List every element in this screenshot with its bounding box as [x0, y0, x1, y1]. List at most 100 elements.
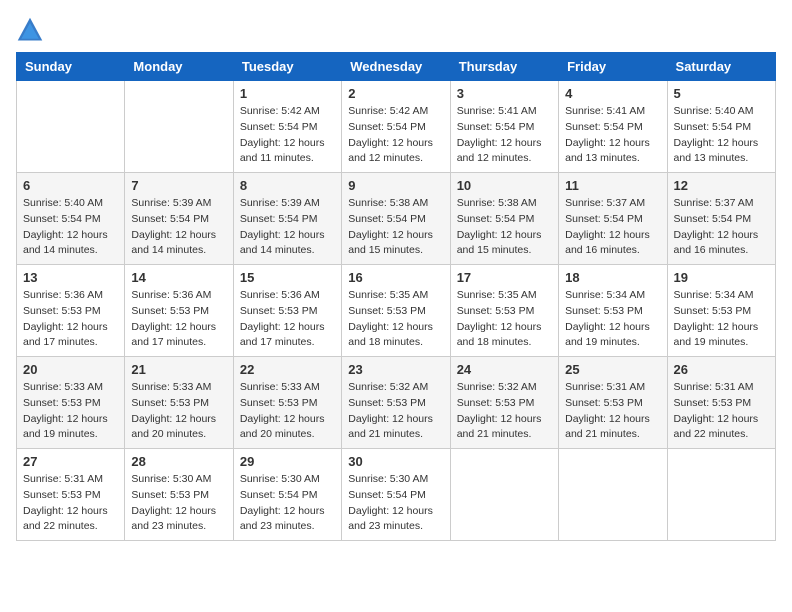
day-number: 22 [240, 362, 335, 377]
day-info: Sunrise: 5:39 AM Sunset: 5:54 PM Dayligh… [131, 196, 226, 259]
calendar-header-row: SundayMondayTuesdayWednesdayThursdayFrid… [17, 53, 776, 81]
calendar-day-cell: 30 Sunrise: 5:30 AM Sunset: 5:54 PM Dayli… [342, 449, 450, 541]
day-info: Sunrise: 5:30 AM Sunset: 5:53 PM Dayligh… [131, 472, 226, 535]
day-info: Sunrise: 5:32 AM Sunset: 5:53 PM Dayligh… [457, 380, 552, 443]
logo [16, 16, 48, 44]
calendar-week-row: 1 Sunrise: 5:42 AM Sunset: 5:54 PM Daylig… [17, 81, 776, 173]
day-number: 17 [457, 270, 552, 285]
calendar-day-cell: 20Sunrise: 5:33 AM Sunset: 5:53 PM Dayli… [17, 357, 125, 449]
calendar-day-cell [450, 449, 558, 541]
day-info: Sunrise: 5:41 AM Sunset: 5:54 PM Dayligh… [457, 104, 552, 167]
day-number: 8 [240, 178, 335, 193]
day-number: 3 [457, 86, 552, 101]
calendar-day-cell: 5 Sunrise: 5:40 AM Sunset: 5:54 PM Daylig… [667, 81, 775, 173]
day-number: 6 [23, 178, 118, 193]
day-info: Sunrise: 5:31 AM Sunset: 5:53 PM Dayligh… [674, 380, 769, 443]
day-number: 18 [565, 270, 660, 285]
calendar-day-cell: 27 Sunrise: 5:31 AM Sunset: 5:53 PM Dayli… [17, 449, 125, 541]
calendar-day-cell: 8 Sunrise: 5:39 AM Sunset: 5:54 PM Daylig… [233, 173, 341, 265]
day-info: Sunrise: 5:31 AM Sunset: 5:53 PM Dayligh… [565, 380, 660, 443]
calendar-week-row: 20 Sunrise: 5:33 AM Sunset: 5:53 PM Dayli… [17, 357, 776, 449]
day-info: Sunrise: 5:32 AM Sunset: 5:53 PM Dayligh… [348, 380, 443, 443]
day-number: 14 [131, 270, 226, 285]
day-number: 10 [457, 178, 552, 193]
calendar-day-cell: 2 Sunrise: 5:42 AM Sunset: 5:54 PM Daylig… [342, 81, 450, 173]
day-number: 28 [131, 454, 226, 469]
calendar-day-cell: 10Sunrise: 5:38 AM Sunset: 5:54 PM Dayli… [450, 173, 558, 265]
calendar-weekday-header: Saturday [667, 53, 775, 81]
day-info: Sunrise: 5:33 AM Sunset: 5:53 PM Dayligh… [240, 380, 335, 443]
calendar-day-cell: 23 Sunrise: 5:32 AM Sunset: 5:53 PM Dayli… [342, 357, 450, 449]
calendar-table: SundayMondayTuesdayWednesdayThursdayFrid… [16, 52, 776, 541]
calendar-day-cell: 7Sunrise: 5:39 AM Sunset: 5:54 PM Daylig… [125, 173, 233, 265]
calendar-day-cell [125, 81, 233, 173]
day-info: Sunrise: 5:38 AM Sunset: 5:54 PM Dayligh… [348, 196, 443, 259]
page-header [16, 16, 776, 44]
calendar-day-cell: 3 Sunrise: 5:41 AM Sunset: 5:54 PM Daylig… [450, 81, 558, 173]
calendar-day-cell: 1 Sunrise: 5:42 AM Sunset: 5:54 PM Daylig… [233, 81, 341, 173]
calendar-day-cell: 14 Sunrise: 5:36 AM Sunset: 5:53 PM Dayli… [125, 265, 233, 357]
logo-icon [16, 16, 44, 44]
day-number: 29 [240, 454, 335, 469]
day-number: 20 [23, 362, 118, 377]
calendar-day-cell: 4 Sunrise: 5:41 AM Sunset: 5:54 PM Daylig… [559, 81, 667, 173]
day-info: Sunrise: 5:40 AM Sunset: 5:54 PM Dayligh… [674, 104, 769, 167]
day-info: Sunrise: 5:35 AM Sunset: 5:53 PM Dayligh… [348, 288, 443, 351]
calendar-day-cell [667, 449, 775, 541]
calendar-week-row: 6Sunrise: 5:40 AM Sunset: 5:54 PM Daylig… [17, 173, 776, 265]
day-number: 25 [565, 362, 660, 377]
day-number: 24 [457, 362, 552, 377]
calendar-day-cell [559, 449, 667, 541]
day-info: Sunrise: 5:34 AM Sunset: 5:53 PM Dayligh… [565, 288, 660, 351]
day-info: Sunrise: 5:37 AM Sunset: 5:54 PM Dayligh… [674, 196, 769, 259]
day-info: Sunrise: 5:34 AM Sunset: 5:53 PM Dayligh… [674, 288, 769, 351]
day-info: Sunrise: 5:30 AM Sunset: 5:54 PM Dayligh… [240, 472, 335, 535]
calendar-day-cell: 17 Sunrise: 5:35 AM Sunset: 5:53 PM Dayli… [450, 265, 558, 357]
calendar-day-cell: 22 Sunrise: 5:33 AM Sunset: 5:53 PM Dayli… [233, 357, 341, 449]
calendar-weekday-header: Sunday [17, 53, 125, 81]
day-number: 27 [23, 454, 118, 469]
calendar-day-cell: 12 Sunrise: 5:37 AM Sunset: 5:54 PM Dayli… [667, 173, 775, 265]
day-number: 15 [240, 270, 335, 285]
day-number: 2 [348, 86, 443, 101]
day-number: 26 [674, 362, 769, 377]
calendar-weekday-header: Wednesday [342, 53, 450, 81]
day-info: Sunrise: 5:37 AM Sunset: 5:54 PM Dayligh… [565, 196, 660, 259]
day-info: Sunrise: 5:35 AM Sunset: 5:53 PM Dayligh… [457, 288, 552, 351]
calendar-week-row: 27 Sunrise: 5:31 AM Sunset: 5:53 PM Dayli… [17, 449, 776, 541]
day-info: Sunrise: 5:30 AM Sunset: 5:54 PM Dayligh… [348, 472, 443, 535]
day-number: 1 [240, 86, 335, 101]
calendar-day-cell: 9 Sunrise: 5:38 AM Sunset: 5:54 PM Daylig… [342, 173, 450, 265]
day-number: 5 [674, 86, 769, 101]
calendar-day-cell: 11Sunrise: 5:37 AM Sunset: 5:54 PM Dayli… [559, 173, 667, 265]
calendar-day-cell: 21Sunrise: 5:33 AM Sunset: 5:53 PM Dayli… [125, 357, 233, 449]
day-number: 16 [348, 270, 443, 285]
calendar-weekday-header: Tuesday [233, 53, 341, 81]
calendar-day-cell: 15Sunrise: 5:36 AM Sunset: 5:53 PM Dayli… [233, 265, 341, 357]
day-info: Sunrise: 5:41 AM Sunset: 5:54 PM Dayligh… [565, 104, 660, 167]
day-number: 19 [674, 270, 769, 285]
day-info: Sunrise: 5:31 AM Sunset: 5:53 PM Dayligh… [23, 472, 118, 535]
calendar-day-cell: 24 Sunrise: 5:32 AM Sunset: 5:53 PM Dayli… [450, 357, 558, 449]
day-info: Sunrise: 5:36 AM Sunset: 5:53 PM Dayligh… [23, 288, 118, 351]
calendar-day-cell: 16 Sunrise: 5:35 AM Sunset: 5:53 PM Dayli… [342, 265, 450, 357]
day-info: Sunrise: 5:36 AM Sunset: 5:53 PM Dayligh… [131, 288, 226, 351]
day-number: 9 [348, 178, 443, 193]
calendar-day-cell: 18 Sunrise: 5:34 AM Sunset: 5:53 PM Dayli… [559, 265, 667, 357]
day-number: 23 [348, 362, 443, 377]
day-info: Sunrise: 5:42 AM Sunset: 5:54 PM Dayligh… [240, 104, 335, 167]
calendar-week-row: 13 Sunrise: 5:36 AM Sunset: 5:53 PM Dayli… [17, 265, 776, 357]
calendar-day-cell: 19 Sunrise: 5:34 AM Sunset: 5:53 PM Dayli… [667, 265, 775, 357]
day-number: 30 [348, 454, 443, 469]
day-info: Sunrise: 5:39 AM Sunset: 5:54 PM Dayligh… [240, 196, 335, 259]
day-number: 4 [565, 86, 660, 101]
calendar-day-cell: 29 Sunrise: 5:30 AM Sunset: 5:54 PM Dayli… [233, 449, 341, 541]
calendar-weekday-header: Friday [559, 53, 667, 81]
calendar-day-cell: 25 Sunrise: 5:31 AM Sunset: 5:53 PM Dayli… [559, 357, 667, 449]
day-info: Sunrise: 5:42 AM Sunset: 5:54 PM Dayligh… [348, 104, 443, 167]
day-info: Sunrise: 5:33 AM Sunset: 5:53 PM Dayligh… [131, 380, 226, 443]
calendar-weekday-header: Monday [125, 53, 233, 81]
day-number: 12 [674, 178, 769, 193]
calendar-day-cell [17, 81, 125, 173]
day-number: 13 [23, 270, 118, 285]
